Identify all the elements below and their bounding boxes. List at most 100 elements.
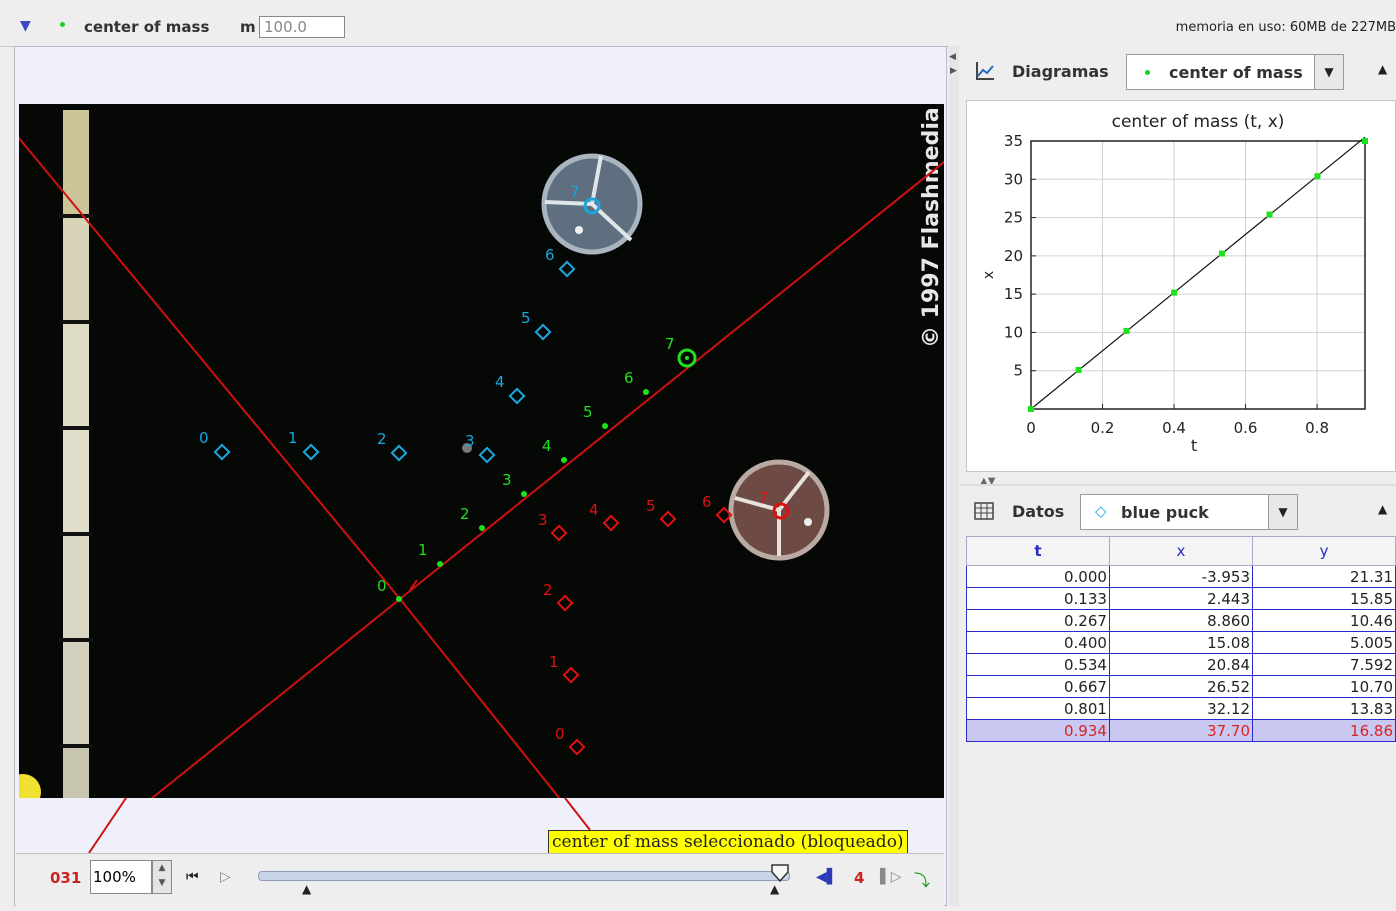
cell-t[interactable]: 0.934 xyxy=(966,719,1110,742)
memory-status: memoria en uso: 60MB de 227MB xyxy=(1175,20,1396,35)
cell-y[interactable]: 16.86 xyxy=(1252,719,1396,742)
right-panel: Diagramas center of mass ▼ ▲ center of m… xyxy=(960,46,1396,906)
column-header-y[interactable]: y xyxy=(1252,536,1396,566)
table-panel-label: Datos xyxy=(1012,502,1065,521)
table-row[interactable]: 0.267 8.860 10.46 xyxy=(966,609,1396,632)
com-dot-icon xyxy=(1145,70,1150,75)
cell-x[interactable]: 32.12 xyxy=(1108,697,1254,720)
cell-t[interactable]: 0.400 xyxy=(966,631,1110,654)
collapse-left-icon[interactable]: ◀ xyxy=(949,52,956,62)
cell-x[interactable]: 8.860 xyxy=(1108,609,1254,632)
cell-y[interactable]: 5.005 xyxy=(1252,631,1396,654)
cell-t[interactable]: 0.267 xyxy=(966,609,1110,632)
x-tick-label: 0.2 xyxy=(1091,419,1115,437)
y-tick-label: 35 xyxy=(1004,132,1023,150)
data-point[interactable] xyxy=(1218,250,1225,257)
cell-y[interactable]: 13.83 xyxy=(1252,697,1396,720)
table-track-name: blue puck xyxy=(1121,503,1209,522)
x-axis-label: t xyxy=(1191,436,1197,455)
spin-down-icon[interactable]: ▼ xyxy=(159,878,166,888)
data-table-container: t x y 0.000 -3.953 21.31 0.133 2.443 15.85 0… xyxy=(966,536,1396,906)
plot-expand-icon[interactable]: ▲ xyxy=(1378,62,1387,76)
cell-x[interactable]: 2.443 xyxy=(1108,587,1254,610)
x-tick-label: 0.4 xyxy=(1162,419,1186,437)
panel-splitter[interactable]: ◀ ▶ xyxy=(949,46,959,906)
reset-icon[interactable]: ⏮ xyxy=(186,869,199,885)
y-tick-label: 10 xyxy=(1004,323,1023,341)
step-back-icon[interactable]: ◀▌ xyxy=(816,869,838,885)
step-forward-icon[interactable]: ▌▷ xyxy=(880,869,902,885)
player-toolbar: 031 ▲▼ ⏮ ▷ ▲ ▲ ◀▌ 4 ▌▷ ⤵ xyxy=(16,853,944,906)
table-row[interactable]: 0.400 15.08 5.005 xyxy=(966,631,1396,654)
y-tick-label: 30 xyxy=(1004,170,1023,188)
data-point[interactable] xyxy=(1123,327,1130,334)
column-header-x[interactable]: x xyxy=(1108,536,1254,566)
table-track-dropdown[interactable]: ◇ blue puck ▼ xyxy=(1080,494,1298,530)
cell-x[interactable]: 26.52 xyxy=(1108,675,1254,698)
x-tick-label: 0.6 xyxy=(1234,419,1258,437)
data-point[interactable] xyxy=(1266,211,1273,218)
zoom-spinner[interactable]: ▲ ▼ xyxy=(152,860,172,894)
x-tick-label: 0.8 xyxy=(1305,419,1329,437)
cell-y[interactable]: 10.70 xyxy=(1252,675,1396,698)
plot-icon xyxy=(976,62,994,80)
diamond-icon: ◇ xyxy=(1095,502,1107,520)
cell-x[interactable]: -3.953 xyxy=(1108,565,1254,588)
position-chart[interactable]: center of mass (t, x) 0 0.2 0.4 0.6 0.8 5 10 1… xyxy=(966,100,1396,472)
y-axis-label: x xyxy=(981,271,997,279)
selection-status: center of mass seleccionado (bloqueado) xyxy=(548,830,908,854)
cell-t[interactable]: 0.667 xyxy=(966,675,1110,698)
step-size[interactable]: 4 xyxy=(854,869,864,887)
cell-t[interactable]: 0.133 xyxy=(966,587,1110,610)
cell-t[interactable]: 0.801 xyxy=(966,697,1110,720)
y-tick-label: 20 xyxy=(1004,247,1023,265)
table-row[interactable]: 0.534 20.84 7.592 xyxy=(966,653,1396,676)
spin-up-icon[interactable]: ▲ xyxy=(159,863,166,873)
y-tick-label: 15 xyxy=(1004,285,1023,303)
table-row-selected[interactable]: 0.934 37.70 16.86 xyxy=(966,719,1396,742)
table-icon xyxy=(974,502,994,520)
chevron-down-icon[interactable]: ▼ xyxy=(1268,495,1297,529)
y-tick-label: 25 xyxy=(1004,209,1023,227)
cell-t[interactable]: 0.534 xyxy=(966,653,1110,676)
data-point[interactable] xyxy=(1362,138,1368,144)
table-row[interactable]: 0.667 26.52 10.70 xyxy=(966,675,1396,698)
start-marker-icon[interactable]: ▲ xyxy=(302,882,311,896)
end-marker-icon[interactable]: ▲ xyxy=(770,882,779,896)
chevron-down-icon[interactable]: ▼ xyxy=(1314,55,1343,89)
cell-y[interactable]: 21.31 xyxy=(1252,565,1396,588)
cell-x[interactable]: 37.70 xyxy=(1108,719,1254,742)
chart-title: center of mass (t, x) xyxy=(1112,112,1285,132)
data-point[interactable] xyxy=(1171,289,1178,296)
cell-t[interactable]: 0.000 xyxy=(966,565,1110,588)
cell-y[interactable]: 10.46 xyxy=(1252,609,1396,632)
slider-thumb[interactable] xyxy=(771,864,789,882)
loop-icon[interactable]: ⤵ xyxy=(914,867,930,891)
table-expand-icon[interactable]: ▲ xyxy=(1378,502,1387,516)
panel-divider[interactable] xyxy=(960,484,1396,486)
data-table[interactable]: t x y 0.000 -3.953 21.31 0.133 2.443 15.85 0… xyxy=(966,536,1396,742)
y-tick-label: 5 xyxy=(1013,362,1023,380)
plot-track-name: center of mass xyxy=(1169,63,1303,82)
cell-y[interactable]: 7.592 xyxy=(1252,653,1396,676)
play-icon[interactable]: ▷ xyxy=(220,869,231,885)
column-header-t[interactable]: t xyxy=(966,536,1110,566)
x-tick-label: 0 xyxy=(1026,419,1036,437)
cell-x[interactable]: 20.84 xyxy=(1108,653,1254,676)
zoom-input[interactable] xyxy=(90,860,152,894)
table-row[interactable]: 0.133 2.443 15.85 xyxy=(966,587,1396,610)
axis-overflow xyxy=(88,797,591,854)
plot-panel-label: Diagramas xyxy=(1012,62,1109,81)
data-point[interactable] xyxy=(1075,366,1082,373)
table-row[interactable]: 0.000 -3.953 21.31 xyxy=(966,565,1396,588)
plot-toolbar: Diagramas center of mass ▼ ▲ xyxy=(960,48,1396,92)
table-row[interactable]: 0.801 32.12 13.83 xyxy=(966,697,1396,720)
data-point[interactable] xyxy=(1028,406,1034,412)
data-point[interactable] xyxy=(1314,173,1321,180)
cell-y[interactable]: 15.85 xyxy=(1252,587,1396,610)
plot-track-dropdown[interactable]: center of mass ▼ xyxy=(1126,54,1344,90)
cell-x[interactable]: 15.08 xyxy=(1108,631,1254,654)
frame-slider[interactable] xyxy=(258,871,790,881)
collapse-right-icon[interactable]: ▶ xyxy=(950,66,957,76)
frame-number[interactable]: 031 xyxy=(50,869,81,887)
